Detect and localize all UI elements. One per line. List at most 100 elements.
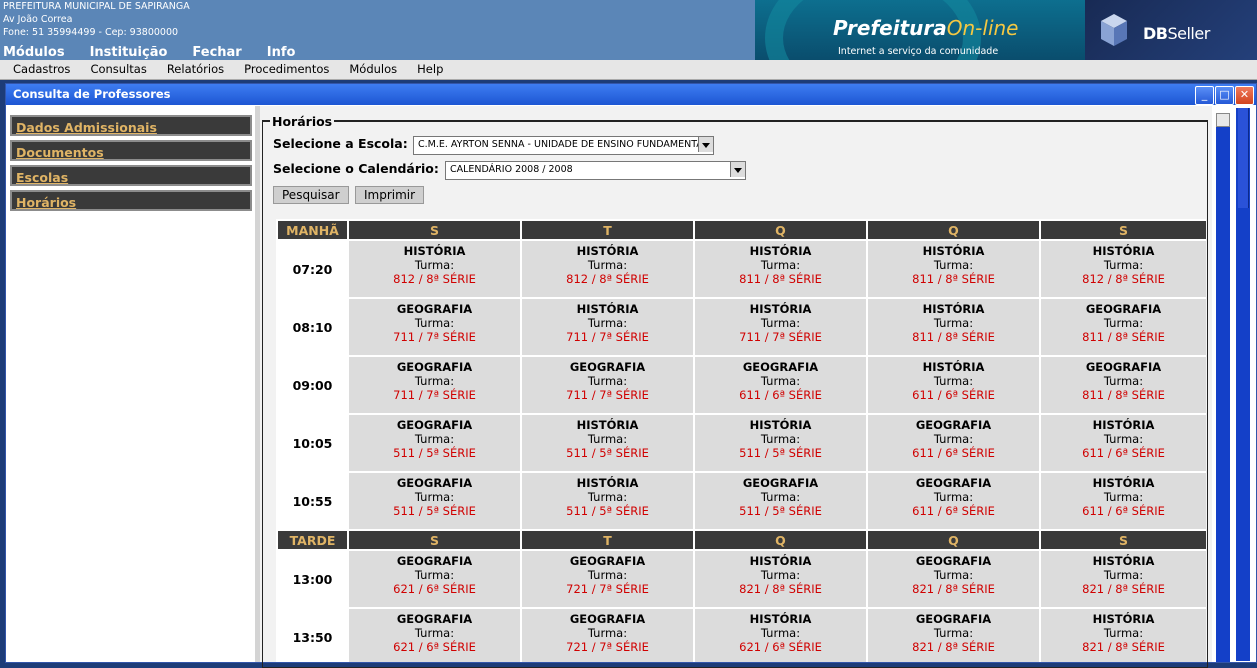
subject-name: GEOGRAFIA xyxy=(1085,302,1162,316)
turma-label: Turma: xyxy=(414,374,455,388)
content-scrollbar[interactable] xyxy=(1216,113,1230,662)
sidebar: Dados Admissionais Documentos Escolas Ho… xyxy=(10,115,256,215)
chevron-down-icon[interactable] xyxy=(698,137,713,152)
menu-help[interactable]: Help xyxy=(417,60,443,79)
turma-label: Turma: xyxy=(414,432,455,446)
menu-modulos[interactable]: Módulos xyxy=(3,45,65,60)
class-name: 821 / 8ª SÉRIE xyxy=(1082,640,1165,654)
class-name: 811 / 8ª SÉRIE xyxy=(1082,330,1165,344)
subject-name: HISTÓRIA xyxy=(749,302,812,316)
schedule-cell: GEOGRAFIA Turma: 711 / 7ª SÉRIE xyxy=(347,297,522,357)
turma-label: Turma: xyxy=(933,490,974,504)
menu-procedimentos[interactable]: Procedimentos xyxy=(244,60,329,79)
menu-relatorios[interactable]: Relatórios xyxy=(167,60,224,79)
subject-name: HISTÓRIA xyxy=(749,244,812,258)
turma-label: Turma: xyxy=(760,432,801,446)
turma-label: Turma: xyxy=(760,374,801,388)
class-name: 621 / 6ª SÉRIE xyxy=(393,582,476,596)
subject-name: HISTÓRIA xyxy=(403,244,466,258)
banner-slogan: Internet a serviço da comunidade xyxy=(838,46,999,57)
menu-modulos-2[interactable]: Módulos xyxy=(349,60,397,79)
turma-label: Turma: xyxy=(760,626,801,640)
sidebar-item-escolas[interactable]: Escolas xyxy=(10,165,252,186)
subject-name: GEOGRAFIA xyxy=(1085,360,1162,374)
turma-label: Turma: xyxy=(1103,626,1144,640)
sidebar-item-dados-admissionais[interactable]: Dados Admissionais xyxy=(10,115,252,136)
sidebar-item-documentos[interactable]: Documentos xyxy=(10,140,252,161)
sidebar-item-horarios[interactable]: Horários xyxy=(10,190,252,211)
scroll-up-icon[interactable] xyxy=(1216,113,1230,127)
calendar-select[interactable]: CALENDÁRIO 2008 / 2008 xyxy=(445,161,746,180)
class-name: 511 / 5ª SÉRIE xyxy=(566,446,649,460)
search-button[interactable]: Pesquisar xyxy=(273,186,349,204)
print-button[interactable]: Imprimir xyxy=(355,186,425,204)
turma-label: Turma: xyxy=(933,258,974,272)
schedule-cell: GEOGRAFIA Turma: 811 / 8ª SÉRIE xyxy=(1039,297,1206,357)
menu-cadastros[interactable]: Cadastros xyxy=(13,60,70,79)
subject-name: GEOGRAFIA xyxy=(569,360,646,374)
menu-consultas[interactable]: Consultas xyxy=(90,60,146,79)
class-name: 511 / 5ª SÉRIE xyxy=(739,446,822,460)
dbseller-logo: DBSeller xyxy=(1143,24,1210,43)
subject-name: GEOGRAFIA xyxy=(915,476,992,490)
class-name: 511 / 5ª SÉRIE xyxy=(393,504,476,518)
turma-label: Turma: xyxy=(933,568,974,582)
table-row: 10:55 GEOGRAFIA Turma: 511 / 5ª SÉRIE HISTÓR… xyxy=(276,471,1206,531)
time-slot: 13:50 xyxy=(276,607,349,662)
class-name: 511 / 5ª SÉRIE xyxy=(393,446,476,460)
class-name: 711 / 7ª SÉRIE xyxy=(566,330,649,344)
sidebar-item-label[interactable]: Dados Admissionais xyxy=(16,120,157,135)
class-name: 821 / 8ª SÉRIE xyxy=(739,582,822,596)
turma-label: Turma: xyxy=(760,568,801,582)
class-name: 812 / 8ª SÉRIE xyxy=(1082,272,1165,286)
menu-instituicao[interactable]: Instituição xyxy=(90,45,168,60)
class-name: 611 / 6ª SÉRIE xyxy=(1082,446,1165,460)
subject-name: HISTÓRIA xyxy=(749,418,812,432)
subject-name: GEOGRAFIA xyxy=(396,612,473,626)
class-name: 611 / 6ª SÉRIE xyxy=(912,446,995,460)
subject-name: GEOGRAFIA xyxy=(569,612,646,626)
class-name: 611 / 6ª SÉRIE xyxy=(1082,504,1165,518)
subject-name: GEOGRAFIA xyxy=(915,612,992,626)
schedule-cell: HISTÓRIA Turma: 811 / 8ª SÉRIE xyxy=(693,239,868,299)
schedule-cell: HISTÓRIA Turma: 811 / 8ª SÉRIE xyxy=(866,297,1041,357)
turma-label: Turma: xyxy=(587,490,628,504)
schedule-cell: HISTÓRIA Turma: 711 / 7ª SÉRIE xyxy=(520,297,695,357)
schedule-cell: HISTÓRIA Turma: 511 / 5ª SÉRIE xyxy=(520,413,695,473)
schedule-cell: HISTÓRIA Turma: 821 / 8ª SÉRIE xyxy=(693,549,868,609)
schedule-cell: GEOGRAFIA Turma: 511 / 5ª SÉRIE xyxy=(347,413,522,473)
time-slot: 10:05 xyxy=(276,413,349,473)
schedule-cell: GEOGRAFIA Turma: 611 / 6ª SÉRIE xyxy=(866,413,1041,473)
sidebar-item-label[interactable]: Horários xyxy=(16,195,76,210)
schedule-cell: HISTÓRIA Turma: 611 / 6ª SÉRIE xyxy=(866,355,1041,415)
menu-fechar[interactable]: Fechar xyxy=(192,45,241,60)
minimize-icon[interactable]: _ xyxy=(1195,86,1214,105)
sidebar-item-label[interactable]: Escolas xyxy=(16,170,68,185)
schedule-cell: GEOGRAFIA Turma: 511 / 5ª SÉRIE xyxy=(693,471,868,531)
subject-name: GEOGRAFIA xyxy=(569,554,646,568)
menu-info[interactable]: Info xyxy=(267,45,296,60)
turma-label: Turma: xyxy=(414,568,455,582)
app-header: PREFEITURA MUNICIPAL DE SAPIRANGA Av Joã… xyxy=(0,0,1257,60)
page-scrollbar[interactable] xyxy=(1236,108,1250,661)
calendar-select-value: CALENDÁRIO 2008 / 2008 xyxy=(450,164,573,175)
dbseller-cube-icon xyxy=(1101,14,1127,46)
window-title: Consulta de Professores xyxy=(13,87,171,101)
class-name: 821 / 8ª SÉRIE xyxy=(912,582,995,596)
scrollbar-thumb[interactable] xyxy=(1238,108,1249,208)
schedule-cell: HISTÓRIA Turma: 711 / 7ª SÉRIE xyxy=(693,297,868,357)
close-icon[interactable]: ✕ xyxy=(1235,86,1254,105)
chevron-down-icon[interactable] xyxy=(730,162,745,177)
turma-label: Turma: xyxy=(760,258,801,272)
maximize-icon[interactable]: □ xyxy=(1215,86,1234,105)
fieldset-legend: Horários xyxy=(270,114,335,129)
school-select[interactable]: C.M.E. AYRTON SENNA - UNIDADE DE ENSINO … xyxy=(413,136,714,155)
window-title-bar[interactable]: Consulta de Professores _ □ ✕ xyxy=(6,84,1256,105)
subject-name: HISTÓRIA xyxy=(1092,476,1155,490)
period-name: MANHÃ xyxy=(276,219,349,241)
subject-name: HISTÓRIA xyxy=(749,612,812,626)
schedule-cell: GEOGRAFIA Turma: 611 / 6ª SÉRIE xyxy=(693,355,868,415)
sidebar-item-label[interactable]: Documentos xyxy=(16,145,104,160)
turma-label: Turma: xyxy=(933,432,974,446)
schedule-cell: GEOGRAFIA Turma: 621 / 6ª SÉRIE xyxy=(347,607,522,662)
